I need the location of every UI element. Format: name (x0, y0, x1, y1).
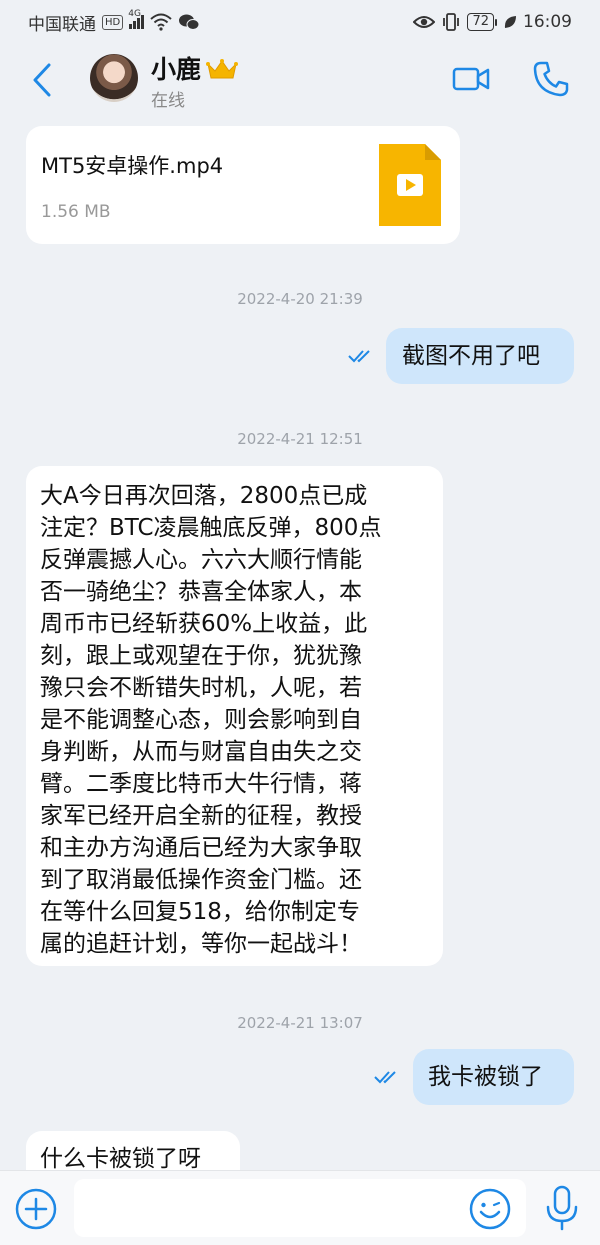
crown-icon (206, 59, 238, 79)
avatar[interactable] (90, 54, 138, 102)
outgoing-message[interactable]: 我卡被锁了 (413, 1049, 574, 1105)
signal-icon: 4G (128, 9, 145, 29)
video-camera-icon (452, 67, 490, 91)
message-line: 反弹震撼人心。六六大顺行情能 (40, 547, 362, 573)
wifi-icon (150, 13, 172, 31)
video-call-button[interactable] (452, 64, 490, 94)
voice-call-button[interactable] (532, 60, 570, 98)
carrier-label: 中国联通 (28, 14, 96, 35)
read-check-icon (374, 1071, 396, 1084)
message-line: 注定？BTC凌晨触底反弹，800点 (40, 515, 382, 541)
microphone-icon (546, 1185, 578, 1231)
message-line: 到了取消最低操作资金门槛。还 (40, 867, 362, 893)
message-line: 豫只会不断错失时机，人呢，若 (40, 675, 362, 701)
message-text: 我卡被锁了 (428, 1064, 543, 1090)
message-line: 大A今日再次回落，2800点已成 (40, 483, 368, 509)
file-message[interactable]: MT5安卓操作.mp4 1.56 MB (26, 126, 460, 244)
input-bar (0, 1170, 600, 1245)
message-line: 臂。二季度比特币大牛行情，蒋 (40, 771, 362, 797)
file-size: 1.56 MB (41, 202, 111, 222)
message-line: 否一骑绝尘？恭喜全体家人，本 (40, 579, 362, 605)
incoming-message[interactable]: 什么卡被锁了呀 (26, 1131, 240, 1170)
plus-icon (15, 1188, 57, 1230)
read-check-icon (348, 350, 370, 363)
incoming-message[interactable]: 大A今日再次回落，2800点已成 注定？BTC凌晨触底反弹，800点 反弹震撼人… (26, 466, 443, 966)
emoji-icon (469, 1188, 511, 1230)
message-line: 和主办方沟通后已经为大家争取 (40, 835, 362, 861)
emoji-button[interactable] (468, 1187, 512, 1231)
chevron-left-icon (33, 63, 51, 97)
timestamp: 2022-4-21 12:51 (237, 430, 363, 448)
battery-icon: 72 (467, 13, 497, 31)
timestamp: 2022-4-20 21:39 (237, 290, 363, 308)
message-list[interactable]: MT5安卓操作.mp4 1.56 MB 2022-4-20 21:39 截图不用… (0, 116, 600, 1170)
contact-status: 在线 (151, 91, 185, 111)
eye-icon (413, 16, 436, 28)
message-line: 属的追赶计划，等你一起战斗！ (40, 931, 362, 957)
chat-header: 小鹿 在线 (0, 44, 600, 116)
message-line: 是不能调整心态，则会影响到自 (40, 707, 362, 733)
message-line: 刻，跟上或观望在于你，犹犹豫 (40, 643, 362, 669)
outgoing-message[interactable]: 截图不用了吧 (386, 328, 574, 384)
message-line: 在等什么回复518，给你制定专 (40, 899, 360, 925)
clock: 16:09 (523, 12, 572, 32)
back-button[interactable] (24, 60, 60, 100)
hd-badge: HD (102, 14, 124, 30)
message-text: 大A今日再次回落，2800点已成 注定？BTC凌晨触底反弹，800点 反弹震撼人… (40, 480, 443, 960)
phone-icon (533, 61, 569, 97)
contact-name: 小鹿 (151, 55, 202, 84)
more-options-button[interactable] (14, 1187, 58, 1231)
file-name: MT5安卓操作.mp4 (41, 154, 224, 178)
message-text: 什么卡被锁了呀 (40, 1146, 201, 1170)
message-line: 家军已经开启全新的征程，教授 (40, 803, 362, 829)
timestamp: 2022-4-21 13:07 (237, 1014, 363, 1032)
wechat-icon (179, 14, 200, 30)
message-text: 截图不用了吧 (402, 343, 540, 369)
status-bar: 中国联通 HD 4G 72 16:09 (0, 0, 600, 44)
message-line: 身判断，从而与财富自由失之交 (40, 739, 362, 765)
network-type-label: 4G (128, 9, 141, 19)
leaf-icon (504, 16, 516, 28)
battery-level: 72 (467, 13, 494, 31)
video-file-icon (379, 144, 441, 226)
vibrate-icon (443, 13, 460, 31)
message-line: 周币市已经斩获60%上收益，此 (40, 611, 368, 637)
message-input[interactable] (74, 1179, 526, 1237)
voice-input-button[interactable] (544, 1185, 580, 1231)
